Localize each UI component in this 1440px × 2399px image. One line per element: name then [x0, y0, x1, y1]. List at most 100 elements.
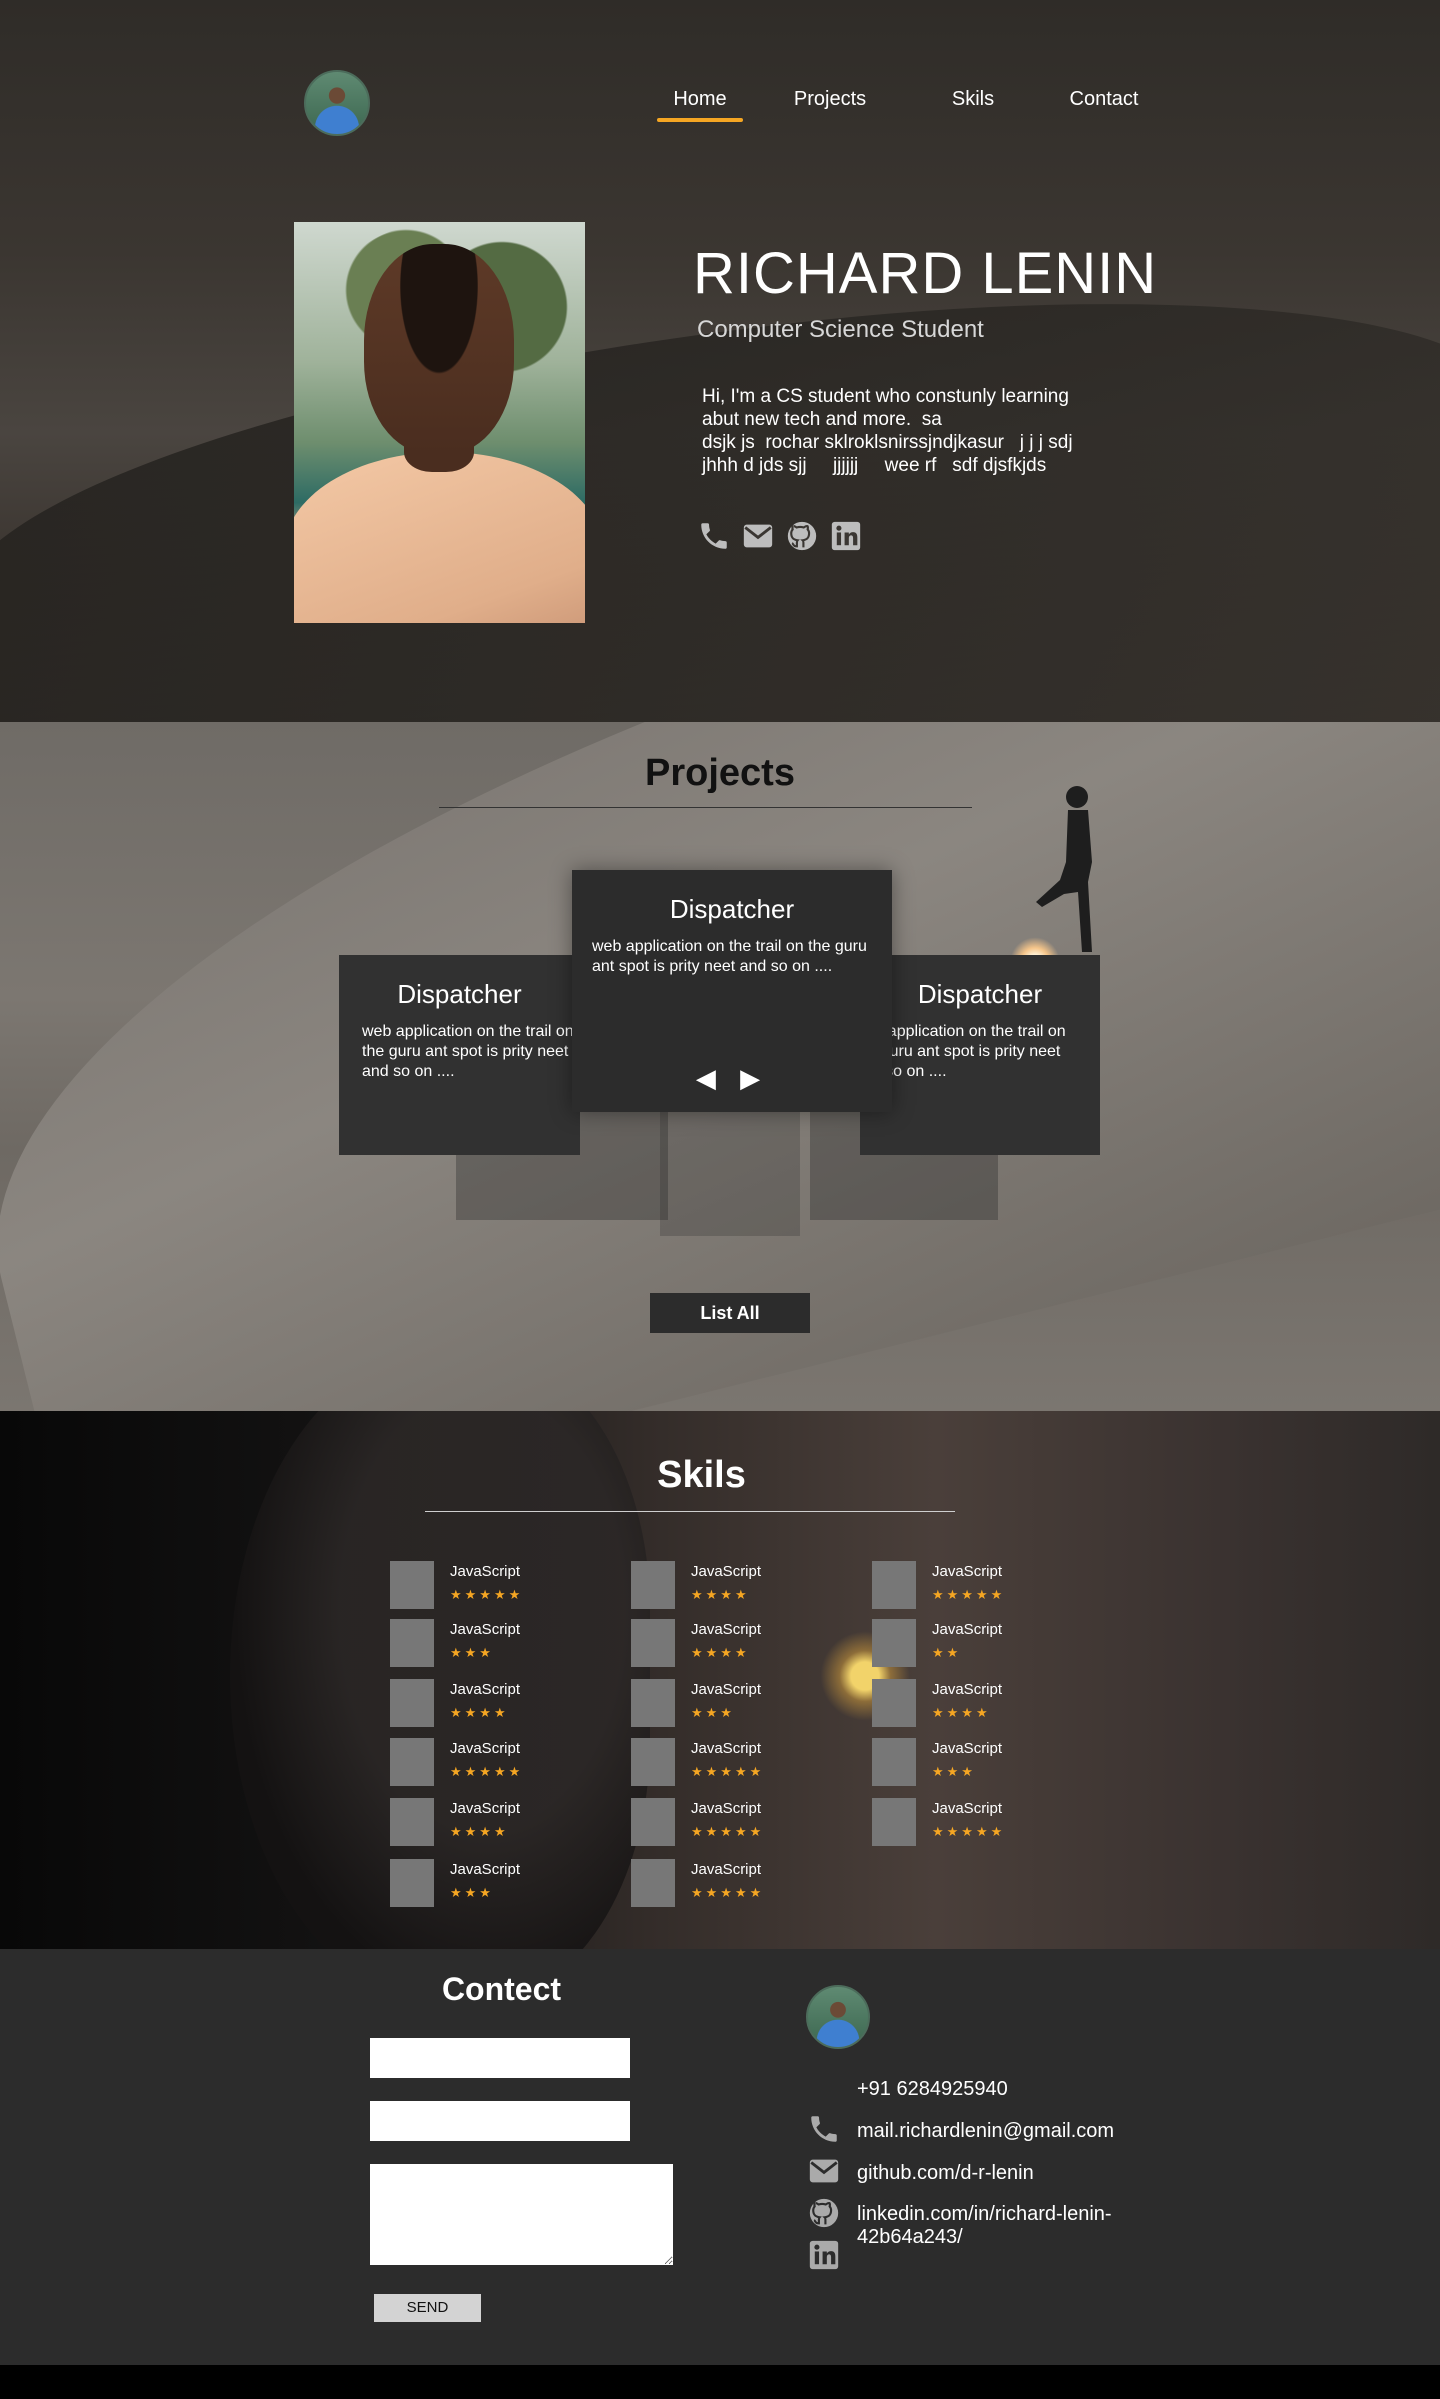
card-shadow — [660, 1112, 800, 1236]
nav-home-link[interactable]: Home — [640, 88, 760, 122]
skill-logo — [631, 1859, 675, 1907]
skill-name: JavaScript — [691, 1800, 762, 1817]
skill-item: JavaScript ★★★ — [390, 1859, 550, 1909]
skill-stars: ★★★★★ — [691, 1886, 765, 1901]
skill-name: JavaScript — [450, 1621, 521, 1638]
skill-item: JavaScript ★★★★★ — [390, 1561, 550, 1611]
skill-logo — [872, 1561, 916, 1609]
skils-section: Skils JavaScript ★★★★★ JavaScript ★★★ JavaSc… — [0, 1411, 1440, 1949]
skill-stars: ★★★★★ — [932, 1588, 1006, 1603]
skill-item: JavaScript ★★★★★ — [631, 1738, 791, 1788]
skill-item: JavaScript ★★ — [872, 1619, 1032, 1669]
carousel-arrows: ◀ ▶ — [572, 1064, 892, 1094]
skill-item: JavaScript ★★★★★ — [631, 1798, 791, 1848]
nav-avatar[interactable] — [304, 70, 370, 136]
skill-name: JavaScript — [450, 1681, 521, 1698]
github-icon[interactable] — [785, 519, 819, 553]
skill-logo — [631, 1738, 675, 1786]
projects-section: Projects Dispatcher web application on t… — [0, 722, 1440, 1411]
skill-item: JavaScript ★★★★★ — [390, 1738, 550, 1788]
skill-logo — [390, 1738, 434, 1786]
skill-stars: ★★ — [932, 1646, 962, 1661]
hero-bio: Hi, I'm a CS student who constunly learn… — [702, 386, 1073, 476]
skill-logo — [390, 1798, 434, 1846]
skill-stars: ★★★★ — [691, 1646, 750, 1661]
skill-item: JavaScript ★★★★ — [390, 1798, 550, 1848]
skill-stars: ★★★ — [450, 1646, 494, 1661]
email-field[interactable] — [370, 2101, 630, 2141]
skill-name: JavaScript — [450, 1740, 521, 1757]
skill-name: JavaScript — [691, 1563, 762, 1580]
contact-github[interactable]: github.com/d-r-lenin — [857, 2162, 1034, 2185]
contact-section: Contect SEND +91 6284925940 mail.richard… — [0, 1949, 1440, 2365]
skill-stars: ★★★★★ — [450, 1765, 524, 1780]
hero-section: Home Projects Skils Contact RICHARD LENI… — [0, 0, 1440, 722]
contact-linkedin[interactable]: linkedin.com/in/richard-lenin-42b64a243/ — [857, 2203, 1147, 2249]
skill-logo — [390, 1679, 434, 1727]
skill-logo — [631, 1619, 675, 1667]
skill-name: JavaScript — [932, 1681, 1003, 1698]
skill-name: JavaScript — [932, 1621, 1003, 1638]
skill-name: JavaScript — [932, 1740, 1003, 1757]
project-card-desc: web application on the trail on the guru… — [592, 938, 867, 975]
skill-stars: ★★★★ — [691, 1588, 750, 1603]
skill-item: JavaScript ★★★★ — [631, 1561, 791, 1611]
project-card-center[interactable]: Dispatcher web application on the trail … — [572, 870, 892, 1112]
github-icon — [809, 2198, 839, 2228]
skill-item: JavaScript ★★★★ — [631, 1619, 791, 1669]
project-card-title: Dispatcher — [669, 894, 795, 924]
skill-name: JavaScript — [932, 1800, 1003, 1817]
send-button[interactable]: SEND — [374, 2294, 481, 2322]
skill-stars: ★★★★ — [932, 1706, 991, 1721]
skill-name: JavaScript — [691, 1740, 762, 1757]
hero-role: Computer Science Student — [697, 316, 984, 343]
skill-stars: ★★★★★ — [450, 1588, 524, 1603]
projects-title: Projects — [645, 752, 795, 794]
skill-item: JavaScript ★★★★★ — [872, 1798, 1032, 1848]
skill-item: JavaScript ★★★★ — [390, 1679, 550, 1729]
skill-stars: ★★★ — [450, 1886, 494, 1901]
contact-phone[interactable]: +91 6284925940 — [857, 2078, 1008, 2101]
skils-divider — [425, 1511, 955, 1512]
skill-logo — [872, 1738, 916, 1786]
skill-stars: ★★★★★ — [691, 1765, 765, 1780]
skill-item: JavaScript ★★★★★ — [631, 1859, 791, 1909]
profile-photo — [294, 222, 585, 623]
skill-item: JavaScript ★★★ — [390, 1619, 550, 1669]
skill-logo — [631, 1798, 675, 1846]
skill-item: JavaScript ★★★★ — [872, 1679, 1032, 1729]
contact-email[interactable]: mail.richardlenin@gmail.com — [857, 2120, 1114, 2143]
skill-stars: ★★★ — [691, 1706, 735, 1721]
skill-logo — [872, 1798, 916, 1846]
skill-item: JavaScript ★★★ — [631, 1679, 791, 1729]
project-card-left[interactable]: Dispatcher web application on the trail … — [339, 955, 580, 1155]
skill-logo — [390, 1859, 434, 1907]
project-card-desc: web application on the trail on the guru… — [860, 1023, 1066, 1080]
skill-item: JavaScript ★★★ — [872, 1738, 1032, 1788]
skill-item: JavaScript ★★★★★ — [872, 1561, 1032, 1611]
project-card-title: Dispatcher — [917, 979, 1043, 1009]
carousel-prev-button[interactable]: ◀ — [696, 1064, 724, 1094]
name-field[interactable] — [370, 2038, 630, 2078]
skill-logo — [390, 1619, 434, 1667]
carousel-next-button[interactable]: ▶ — [740, 1064, 768, 1094]
nav-skils-link[interactable]: Skils — [900, 88, 1046, 111]
message-field[interactable] — [370, 2164, 673, 2265]
main-nav: Home Projects Skils Contact — [640, 88, 1162, 122]
project-card-right[interactable]: Dispatcher web application on the trail … — [860, 955, 1100, 1155]
list-all-button[interactable]: List All — [650, 1293, 810, 1333]
phone-icon[interactable] — [697, 519, 731, 553]
linkedin-icon[interactable] — [829, 519, 863, 553]
skill-stars: ★★★★ — [450, 1706, 509, 1721]
skill-stars: ★★★★★ — [691, 1825, 765, 1840]
skill-stars: ★★★★ — [450, 1825, 509, 1840]
skill-logo — [631, 1561, 675, 1609]
project-card-desc: web application on the trail on the guru… — [362, 1023, 574, 1080]
footer-bar — [0, 2365, 1440, 2399]
nav-contact-link[interactable]: Contact — [1046, 88, 1162, 111]
nav-projects-link[interactable]: Projects — [760, 88, 900, 111]
contact-title: Contect — [441, 1971, 562, 2007]
skill-logo — [390, 1561, 434, 1609]
mail-icon[interactable] — [741, 519, 775, 553]
skill-logo — [872, 1619, 916, 1667]
